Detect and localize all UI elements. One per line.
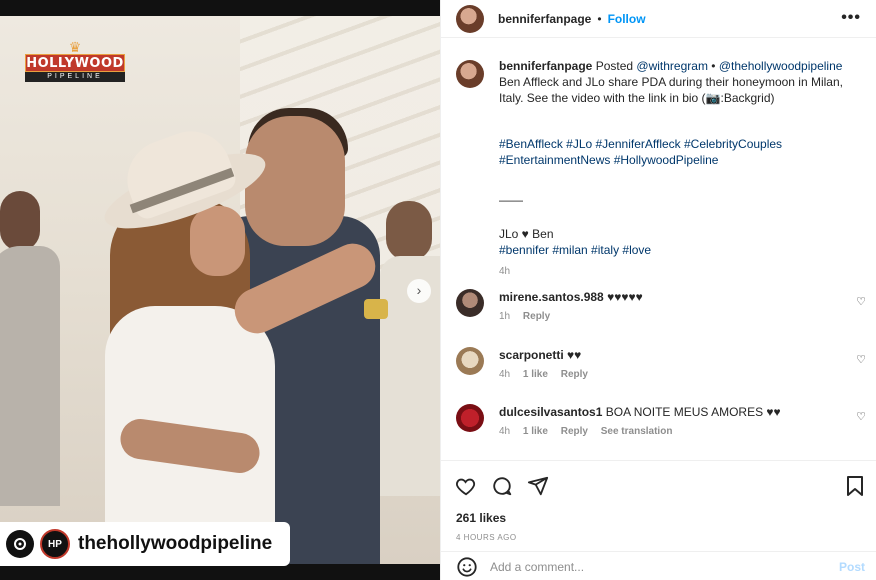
see-translation-button[interactable]: See translation bbox=[601, 426, 673, 437]
post-actions: 261 likes 4 HOURS AGO Post bbox=[441, 460, 876, 580]
comment-likes[interactable]: 1 like bbox=[523, 369, 548, 380]
post-photo[interactable]: ♛ HOLLYWOOD PIPELINE › HP thehollywoodpi… bbox=[0, 0, 440, 580]
repost-credit-bar: HP thehollywoodpipeline bbox=[0, 522, 290, 566]
reply-button[interactable]: Reply bbox=[561, 426, 588, 437]
comment-username[interactable]: scarponetti bbox=[499, 348, 564, 362]
reply-button[interactable]: Reply bbox=[523, 311, 550, 322]
bookmark-icon[interactable] bbox=[845, 475, 865, 497]
comment: scarponetti ♥♥ 4h 1 like Reply ♡ bbox=[456, 347, 866, 387]
heart-icon[interactable]: ♡ bbox=[856, 295, 866, 308]
background-person-left-body bbox=[0, 246, 60, 506]
emoji-icon[interactable] bbox=[456, 556, 478, 578]
caption-timestamp[interactable]: 4h bbox=[499, 264, 866, 280]
avatar[interactable] bbox=[456, 4, 484, 33]
gold-bracelet bbox=[364, 299, 388, 319]
heart-icon[interactable]: ♡ bbox=[856, 353, 866, 366]
background-person-left bbox=[0, 191, 40, 251]
man-head bbox=[245, 116, 345, 246]
caption-text: Ben Affleck and JLo share PDA during the… bbox=[499, 75, 843, 105]
like-heart-icon[interactable] bbox=[455, 475, 477, 497]
post-header: benniferfanpage • Follow ••• bbox=[441, 0, 876, 38]
watermark-subtitle: PIPELINE bbox=[25, 72, 125, 82]
separator-dot: • bbox=[597, 11, 602, 26]
caption-avatar[interactable] bbox=[456, 60, 484, 88]
comment-bubble-icon[interactable] bbox=[491, 475, 513, 497]
comment-username[interactable]: mirene.santos.988 bbox=[499, 290, 604, 304]
caption-divider: —— bbox=[499, 193, 523, 207]
follow-button[interactable]: Follow bbox=[608, 12, 646, 26]
hashtags-line[interactable]: #EntertainmentNews #HollywoodPipeline bbox=[499, 152, 866, 168]
comment-text: ♥♥ bbox=[567, 348, 582, 362]
mention-link[interactable]: @withregram bbox=[636, 59, 708, 73]
avatar[interactable] bbox=[456, 289, 484, 317]
heart-icon[interactable]: ♡ bbox=[856, 410, 866, 423]
woman-face bbox=[190, 206, 245, 276]
comment: mirene.santos.988 ♥♥♥♥♥ 1h Reply ♡ bbox=[456, 289, 866, 329]
caption-posted-label: Posted bbox=[595, 59, 634, 73]
credit-username: thehollywoodpipeline bbox=[78, 533, 273, 554]
post-comment-button[interactable]: Post bbox=[839, 560, 865, 574]
post-caption: benniferfanpage Posted @withregram • @th… bbox=[456, 58, 866, 280]
comment-text: ♥♥♥♥♥ bbox=[607, 290, 643, 304]
separator-dot: • bbox=[711, 59, 716, 73]
likes-count[interactable]: 261 likes bbox=[456, 511, 506, 525]
crown-icon: ♛ bbox=[68, 39, 82, 55]
watermark-title: HOLLYWOOD bbox=[25, 54, 125, 72]
more-options-icon[interactable]: ••• bbox=[841, 9, 861, 27]
post-side-panel: benniferfanpage • Follow ••• benniferfan… bbox=[440, 0, 876, 580]
comment-username[interactable]: dulcesilvasantos1 bbox=[499, 405, 602, 419]
comment: dulcesilvasantos1 BOA NOITE MEUS AMORES … bbox=[456, 404, 866, 444]
caption-heart-line: JLo ♥ Ben bbox=[499, 227, 554, 241]
add-comment-bar: Post bbox=[441, 551, 876, 580]
posted-time: 4 HOURS AGO bbox=[456, 533, 517, 542]
hollywood-pipeline-watermark: ♛ HOLLYWOOD PIPELINE bbox=[25, 40, 125, 82]
hp-avatar: HP bbox=[40, 529, 70, 559]
reply-button[interactable]: Reply bbox=[561, 369, 588, 380]
background-person-right bbox=[386, 201, 432, 261]
avatar[interactable] bbox=[456, 347, 484, 375]
comment-time[interactable]: 4h bbox=[499, 369, 510, 380]
caption-username[interactable]: benniferfanpage bbox=[499, 59, 592, 73]
repost-icon bbox=[6, 530, 34, 558]
comment-time[interactable]: 4h bbox=[499, 426, 510, 437]
avatar[interactable] bbox=[456, 404, 484, 432]
hashtags-line[interactable]: #bennifer #milan #italy #love bbox=[499, 242, 866, 258]
mention-link[interactable]: @thehollywoodpipeline bbox=[719, 59, 843, 73]
comment-likes[interactable]: 1 like bbox=[523, 426, 548, 437]
comment-text: BOA NOITE MEUS AMORES ♥♥ bbox=[605, 405, 781, 419]
hashtags-line[interactable]: #BenAffleck #JLo #JenniferAffleck #Celeb… bbox=[499, 136, 866, 152]
comment-time[interactable]: 1h bbox=[499, 311, 510, 322]
header-username[interactable]: benniferfanpage bbox=[498, 12, 591, 26]
comment-input[interactable] bbox=[490, 559, 810, 574]
chevron-right-icon[interactable]: › bbox=[407, 279, 431, 303]
photo-scene bbox=[0, 16, 440, 564]
share-paper-plane-icon[interactable] bbox=[527, 475, 549, 497]
